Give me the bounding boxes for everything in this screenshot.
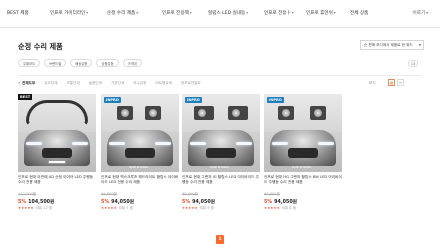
- category-tab[interactable]: 기본단계: [111, 81, 124, 86]
- filter-price[interactable]: 가격대: [122, 59, 142, 67]
- category-tab-active[interactable]: ✓전체도보: [18, 81, 35, 86]
- original-price: 99,800원: [182, 192, 198, 196]
- review-count: 리뷰 9 찜: [199, 206, 214, 210]
- category-tab[interactable]: 유오창계: [44, 81, 57, 86]
- led-module-image: [145, 106, 161, 120]
- made-in-korea-label: MADE IN KOREA: [210, 166, 230, 169]
- category-tab[interactable]: 비트평유재: [155, 81, 172, 86]
- led-module-image: [228, 106, 248, 120]
- led-module-image: [278, 106, 294, 120]
- chevron-down-icon: ▾: [136, 11, 139, 15]
- product-name[interactable]: 인프로 현대 그랜저 IG 할립스 LED 아이바이드 주행등 수리 전용 제품: [182, 175, 260, 191]
- filter-bar: 우회보도 브랜드별 배송유형 상품유형 가격대: [18, 59, 142, 67]
- category-tab[interactable]: 보수유형: [133, 81, 146, 86]
- product-name[interactable]: 인프로 현대 HG 그랜저 할립스 8W LED 아이바이드 주행등 수리 전용…: [264, 175, 342, 191]
- discount-rate: 5%: [264, 200, 273, 205]
- discount-rate: 5%: [18, 200, 27, 205]
- made-in-korea-label: MADE IN KOREA: [292, 166, 312, 169]
- led-module-image: [117, 106, 133, 120]
- nav-item-dedicated[interactable]: 인프로 전용ㅏ▾: [264, 10, 294, 16]
- nav-item-repair[interactable]: 순정 수리 제품▾: [107, 10, 138, 16]
- nav-item-all[interactable]: 전체 상품: [350, 10, 368, 16]
- led-module-image: [310, 106, 326, 120]
- original-price: 99,800원: [264, 192, 280, 196]
- chevron-down-icon: ▾: [86, 11, 89, 15]
- star-icon: ★★★★★: [101, 206, 117, 210]
- led-kit-image: [26, 100, 88, 126]
- category-tabs: ✓전체도보 유오창계 보통단계 높음단계 기본단계 보수유형 비트평유재 한프로…: [18, 81, 201, 86]
- rating: ★★★★★ 리뷰 9 찜: [182, 206, 260, 211]
- divider: [18, 75, 422, 76]
- chevron-down-icon: ▾: [189, 11, 192, 15]
- original-price: 132,000원: [18, 192, 37, 196]
- product-name[interactable]: 인프로 현대 아반떼 AD 순정 이어야 LED 주행등 수리 전용 제품: [18, 175, 96, 191]
- nav-item-human[interactable]: 인프로 휴먼쉬▾: [306, 10, 336, 16]
- rating: ★★★★★ 리뷰 8 찜: [264, 206, 342, 211]
- nav-item-philips-led[interactable]: 할립스 LED 실내등▾: [208, 10, 248, 16]
- product-card[interactable]: MADE IN KOREA INPRO 인프로 현대 HG 그랜저 할립스 8W…: [264, 94, 342, 211]
- category-tab[interactable]: 높음단계: [89, 81, 102, 86]
- review-count: 리뷰 8 찜: [281, 206, 296, 210]
- sale-price: 5% 104,500원: [18, 200, 55, 205]
- pagination-page-current[interactable]: 1: [216, 235, 224, 244]
- star-icon: ★★★★★: [18, 206, 34, 210]
- nav-more-menu[interactable]: 어로기▾: [413, 10, 429, 16]
- product-card[interactable]: MADE IN KOREA INPRO 인프로 현대 그랜저 IG 할립스 LE…: [182, 94, 260, 211]
- review-count: 리뷰 7 찜: [118, 206, 133, 210]
- original-price: 99,800원: [101, 192, 117, 196]
- brand-logo: INPRO: [104, 97, 121, 103]
- best-badge: BEST: [18, 94, 33, 100]
- discount-rate: 5%: [182, 200, 191, 205]
- top-navigation: BEST 제품 인프로 가이더라인▾ 순정 수리 제품▾ 인프로 전용팩▾ 할립…: [0, 0, 440, 28]
- brand-logo: INPRO: [185, 97, 202, 103]
- product-image[interactable]: MADE IN KOREA INPRO: [101, 94, 179, 172]
- check-icon: ✓: [18, 81, 22, 85]
- sale-price: 5% 94,050원: [182, 200, 216, 205]
- star-icon: ★★★★★: [264, 206, 280, 210]
- chevron-down-icon: ▾: [333, 11, 336, 15]
- filter-product-type[interactable]: 상품유형: [96, 59, 119, 67]
- category-tab[interactable]: 보통단계: [66, 81, 79, 86]
- led-module-image: [194, 106, 214, 120]
- chevron-down-icon: ▾: [246, 11, 249, 15]
- made-in-korea-label: MADE IN KOREA: [129, 166, 149, 169]
- product-card[interactable]: BEST 인프로 현대 아반떼 AD 순정 이어야 LED 주행등 수리 전용 …: [18, 94, 96, 211]
- product-image[interactable]: MADE IN KOREA INPRO: [182, 94, 260, 172]
- star-icon: ★★★★★: [182, 206, 198, 210]
- filter-category[interactable]: 브랜드별: [44, 59, 67, 67]
- review-count: 리뷰 12 찜: [35, 206, 53, 210]
- sale-price: 5% 94,050원: [101, 200, 135, 205]
- list-view-icon[interactable]: ≡: [397, 79, 404, 86]
- rating: ★★★★★ 리뷰 12 찜: [18, 206, 96, 211]
- sort-select[interactable]: 순 판매 모디에서 제품로 한 위드 ▼: [360, 40, 424, 50]
- product-image[interactable]: BEST: [18, 94, 96, 172]
- brand-logo: INPRO: [267, 97, 284, 103]
- nav-item-best[interactable]: BEST 제품: [7, 10, 29, 16]
- page-title: 순정 수리 제품: [18, 42, 63, 51]
- view-toggle-group: ▦ ≡: [388, 79, 404, 86]
- filter-brand[interactable]: 우회보도: [18, 59, 41, 67]
- result-count-badge: 13: [408, 60, 418, 67]
- product-card[interactable]: MADE IN KOREA INPRO 인프로 현대 맥스크루즈 헤드라이트 할…: [101, 94, 179, 211]
- product-name[interactable]: 인프로 현대 맥스크루즈 헤드라이트 할립스 아이바이드 LED 전용 수리 제…: [101, 175, 179, 191]
- product-image[interactable]: MADE IN KOREA INPRO: [264, 94, 342, 172]
- filter-shipping[interactable]: 배송유형: [70, 59, 93, 67]
- view-label: 보기: [369, 81, 376, 85]
- sale-price: 5% 94,050원: [264, 200, 298, 205]
- chevron-down-icon: ▾: [426, 11, 428, 15]
- discount-rate: 5%: [101, 200, 110, 205]
- chevron-down-icon: ▾: [291, 11, 294, 15]
- chevron-down-icon: ▼: [418, 43, 421, 47]
- category-tab[interactable]: 한프로연통유: [181, 81, 201, 86]
- nav-item-pack[interactable]: 인프로 전용팩▾: [162, 10, 192, 16]
- grid-view-icon[interactable]: ▦: [388, 79, 395, 86]
- rating: ★★★★★ 리뷰 7 찜: [101, 206, 179, 211]
- nav-item-guideline[interactable]: 인프로 가이더라인▾: [50, 10, 88, 16]
